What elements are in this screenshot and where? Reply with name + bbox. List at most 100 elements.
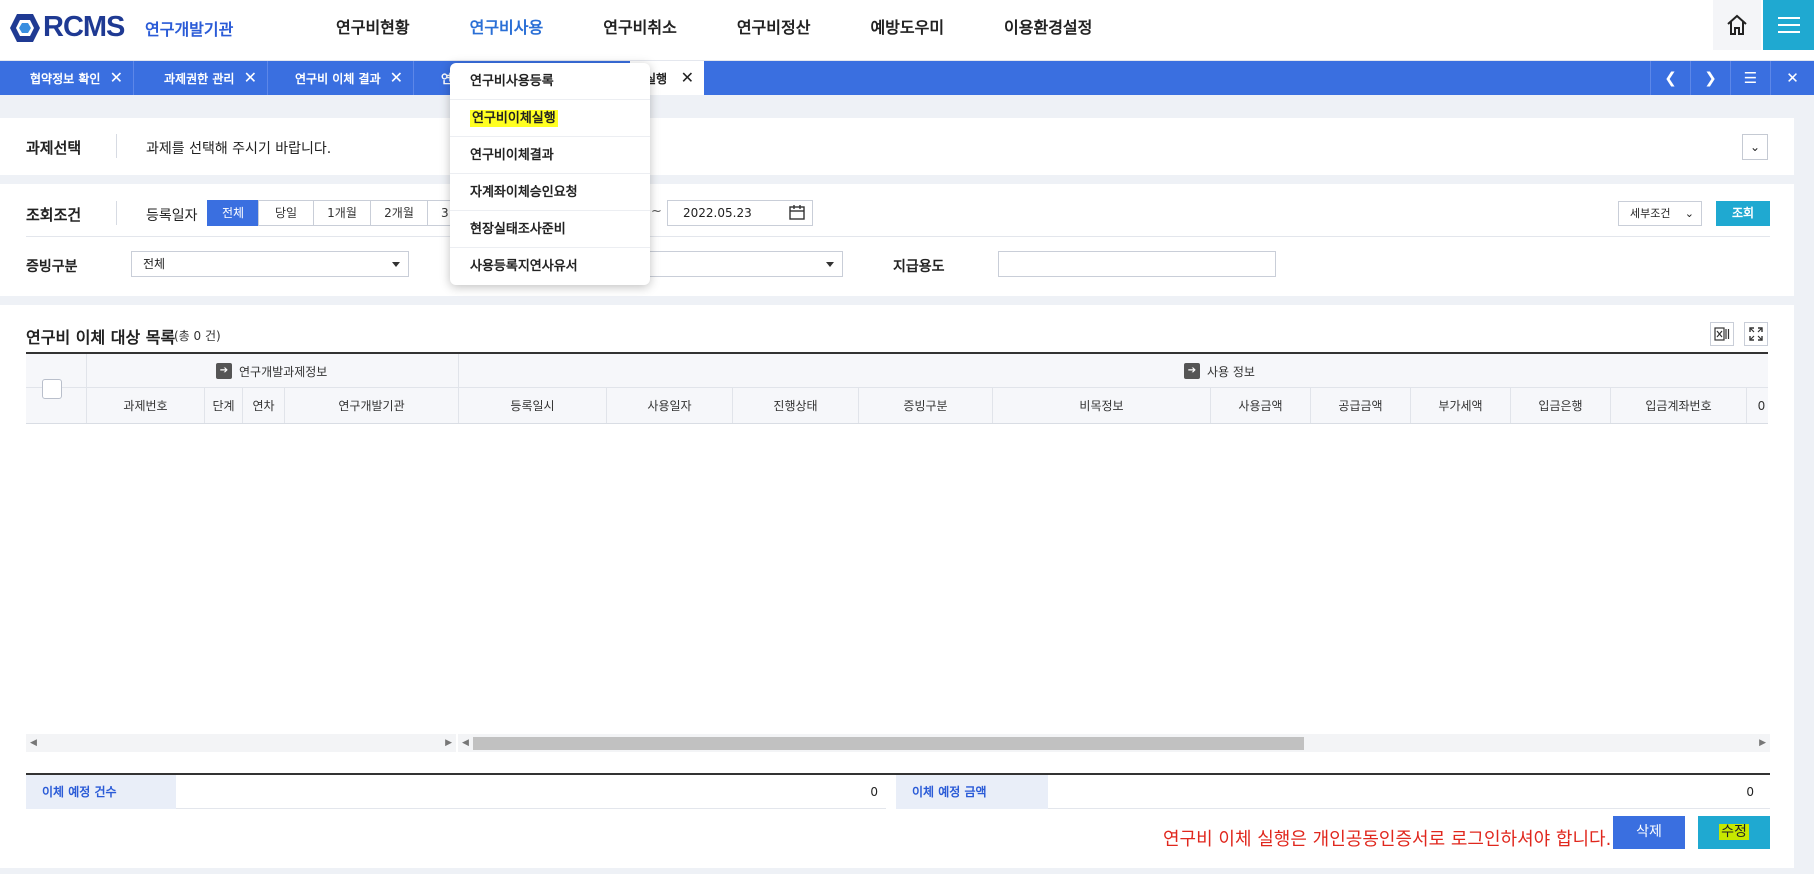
tab-project-permission[interactable]: 과제권한 관리 ✕ <box>134 61 268 95</box>
horizontal-scrollbar-left[interactable]: ◀ ▶ <box>26 734 456 752</box>
caret-down-icon <box>392 262 400 267</box>
nav-item-cancel[interactable]: 연구비취소 <box>573 0 707 61</box>
nav-item-prevention[interactable]: 예방도우미 <box>840 0 974 61</box>
excel-icon <box>1714 327 1730 341</box>
list-icon: ☰ <box>1743 69 1758 87</box>
group-label: 사용 정보 <box>1207 364 1255 379</box>
submenu-item-transfer-result[interactable]: 연구비이체결과 <box>450 137 650 174</box>
col-project-no[interactable]: 과제번호 <box>86 388 204 423</box>
usage-submenu-dropdown: 연구비사용등록 연구비이체실행 연구비이체결과 자계좌이체승인요청 현장실태조사… <box>450 63 650 285</box>
submenu-item-label: 연구비이체실행 <box>470 110 558 127</box>
logo-text: RCMS <box>43 11 125 43</box>
col-vat[interactable]: 부가세액 <box>1410 388 1510 423</box>
divider <box>458 354 459 388</box>
project-select-toggle[interactable]: ⌄ <box>1742 134 1768 160</box>
col-use-date[interactable]: 사용일자 <box>606 388 732 423</box>
col-status[interactable]: 진행상태 <box>732 388 858 423</box>
col-evidence[interactable]: 증빙구분 <box>858 388 992 423</box>
select-all-checkbox[interactable] <box>42 379 62 399</box>
hamburger-menu-button[interactable] <box>1763 0 1814 50</box>
certificate-notice: 연구비 이체 실행은 개인공동인증서로 로그인하셔야 합니다. <box>1163 829 1612 850</box>
fullscreen-button[interactable] <box>1744 322 1768 346</box>
scroll-right-icon[interactable]: ▶ <box>1759 734 1766 752</box>
period-all-button[interactable]: 전체 <box>207 200 259 226</box>
period-selector: 전체 당일 1개월 2개월 3 <box>207 200 463 226</box>
chevron-down-icon: ⌄ <box>1684 207 1694 220</box>
nav-item-settlement[interactable]: 연구비정산 <box>707 0 841 61</box>
transfer-count-label: 이체 예정 건수 <box>26 775 176 809</box>
export-icon: ➔ <box>216 363 232 379</box>
group-usage-info: ➔ 사용 정보 <box>1184 354 1255 388</box>
delete-button[interactable]: 삭제 <box>1613 816 1685 849</box>
submenu-item-delay-reason[interactable]: 사용등록지연사유서 <box>450 248 650 285</box>
col-supply-amount[interactable]: 공급금액 <box>1310 388 1410 423</box>
grid-header: ➔ 연구개발과제정보 ➔ 사용 정보 과제번호 단계 연차 연구개발기관 등록일시 … <box>26 352 1768 424</box>
evidence-select-value: 전체 <box>143 257 166 271</box>
scroll-right-icon[interactable]: ▶ <box>445 734 452 752</box>
submenu-item-transfer-execute[interactable]: 연구비이체실행 <box>450 100 650 137</box>
edit-button-label: 수정 <box>1719 824 1749 840</box>
col-account-no[interactable]: 입금계좌번호 <box>1610 388 1746 423</box>
evidence-select[interactable]: 전체 <box>131 251 409 277</box>
search-label: 조회조건 <box>26 206 82 224</box>
tab-label: 협약정보 확인 <box>30 71 101 86</box>
period-2month-button[interactable]: 2개월 <box>370 200 428 226</box>
reg-date-label: 등록일자 <box>146 208 198 224</box>
submenu-item-site-inspection[interactable]: 현장실태조사준비 <box>450 211 650 248</box>
tab-next-button[interactable]: ❯ <box>1690 61 1730 95</box>
submenu-item-usage-register[interactable]: 연구비사용등록 <box>450 63 650 100</box>
tab-label: 과제권한 관리 <box>164 71 235 86</box>
home-button[interactable] <box>1713 0 1761 50</box>
purpose-label: 지급용도 <box>893 259 945 275</box>
divider <box>116 201 117 225</box>
detail-conditions-label: 세부조건 <box>1630 207 1671 220</box>
edit-button[interactable]: 수정 <box>1698 816 1770 849</box>
project-select-message: 과제를 선택해 주시기 바랍니다. <box>146 141 332 157</box>
tab-prev-button[interactable]: ❮ <box>1650 61 1690 95</box>
period-1month-button[interactable]: 1개월 <box>313 200 371 226</box>
main-nav: 연구비현황 연구비사용 연구비취소 연구비정산 예방도우미 이용환경설정 <box>306 0 1122 61</box>
evidence-label: 증빙구분 <box>26 259 78 275</box>
col-truncated[interactable]: 0 <box>1746 388 1768 423</box>
close-icon: ✕ <box>1786 69 1799 87</box>
tab-close-all-button[interactable]: ✕ <box>1770 61 1814 95</box>
tab-agreement-info[interactable]: 협약정보 확인 ✕ <box>0 61 134 95</box>
nav-item-status[interactable]: 연구비현황 <box>306 0 440 61</box>
transfer-count-value: 0 <box>176 775 886 809</box>
nav-item-usage[interactable]: 연구비사용 <box>440 0 574 61</box>
submenu-item-sub-account-request[interactable]: 자계좌이체승인요청 <box>450 174 650 211</box>
tab-list-button[interactable]: ☰ <box>1730 61 1770 95</box>
nav-item-settings[interactable]: 이용환경설정 <box>974 0 1122 61</box>
detail-conditions-select[interactable]: 세부조건 ⌄ <box>1618 201 1702 226</box>
calendar-icon[interactable] <box>789 205 805 220</box>
col-use-amount[interactable]: 사용금액 <box>1210 388 1310 423</box>
col-institution[interactable]: 연구개발기관 <box>284 388 458 423</box>
tab-transfer-result[interactable]: 연구비 이체 결과 ✕ <box>268 61 414 95</box>
chevron-right-icon: ❯ <box>1704 69 1717 87</box>
col-bank[interactable]: 입금은행 <box>1510 388 1610 423</box>
org-name: 연구개발기관 <box>145 20 234 39</box>
col-year[interactable]: 연차 <box>242 388 284 423</box>
close-icon[interactable]: ✕ <box>244 68 257 87</box>
close-icon[interactable]: ✕ <box>110 68 123 87</box>
list-title: 연구비 이체 대상 목록 <box>26 328 176 347</box>
transfer-amount-value: 0 <box>1048 775 1770 809</box>
rcms-logo[interactable]: RCMS <box>9 11 125 44</box>
col-item-info[interactable]: 비목정보 <box>992 388 1210 423</box>
excel-export-button[interactable] <box>1710 322 1734 346</box>
close-icon[interactable]: ✕ <box>681 68 694 87</box>
close-icon[interactable]: ✕ <box>390 68 403 87</box>
scroll-left-icon[interactable]: ◀ <box>462 734 469 752</box>
caret-down-icon <box>826 262 834 267</box>
col-stage[interactable]: 단계 <box>204 388 242 423</box>
scroll-left-icon[interactable]: ◀ <box>30 734 37 752</box>
purpose-input[interactable] <box>998 251 1276 277</box>
col-reg-datetime[interactable]: 등록일시 <box>458 388 606 423</box>
search-button[interactable]: 조회 <box>1716 201 1770 226</box>
date-range-tilde: ~ <box>651 204 662 219</box>
period-today-button[interactable]: 당일 <box>258 200 314 226</box>
group-label: 연구개발과제정보 <box>239 364 328 379</box>
expand-icon <box>1749 327 1763 341</box>
home-icon <box>1727 14 1747 35</box>
scrollbar-thumb[interactable] <box>473 737 1304 750</box>
